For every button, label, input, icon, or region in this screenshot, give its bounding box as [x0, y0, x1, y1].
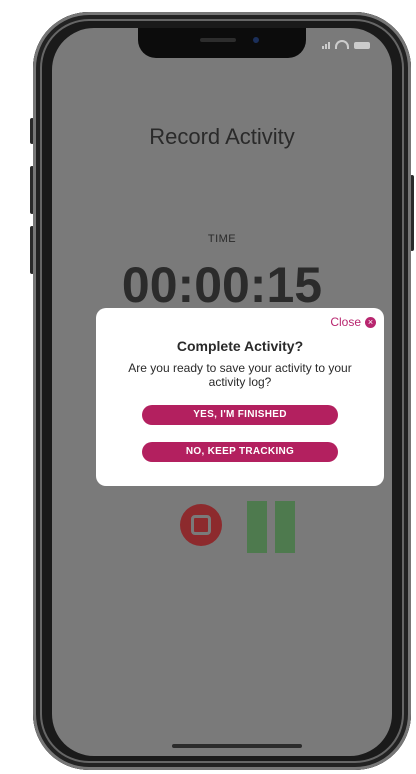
battery-icon — [354, 42, 370, 49]
page-title: Record Activity — [149, 124, 295, 149]
stop-button[interactable] — [180, 504, 222, 546]
close-label: Close — [330, 315, 361, 329]
pause-button[interactable] — [247, 501, 295, 553]
complete-activity-modal: Close × Complete Activity? Are you ready… — [96, 308, 384, 486]
stop-icon — [191, 515, 211, 535]
pause-icon — [275, 501, 295, 553]
confirm-finish-button[interactable]: YES, I'M FINISHED — [142, 405, 338, 425]
wifi-icon — [335, 40, 349, 49]
close-button[interactable]: Close × — [330, 315, 376, 329]
status-bar-icons — [322, 40, 370, 49]
signal-icon — [322, 42, 330, 49]
modal-message: Are you ready to save your activity to y… — [128, 361, 352, 389]
modal-title: Complete Activity? — [176, 338, 304, 354]
notch — [138, 28, 306, 58]
app-stage: Record Activity TIME 00:00:15 Close × Co… — [0, 0, 416, 774]
close-icon: × — [365, 316, 376, 328]
phone-screen: Record Activity TIME 00:00:15 Close × Co… — [52, 28, 392, 756]
front-camera — [253, 37, 259, 43]
pause-icon — [247, 501, 267, 553]
timer-display: 00:00:15 — [121, 257, 323, 313]
speaker-grille — [200, 38, 236, 42]
time-label: TIME — [207, 233, 237, 245]
home-indicator — [172, 744, 302, 748]
keep-tracking-button[interactable]: NO, KEEP TRACKING — [142, 442, 338, 462]
